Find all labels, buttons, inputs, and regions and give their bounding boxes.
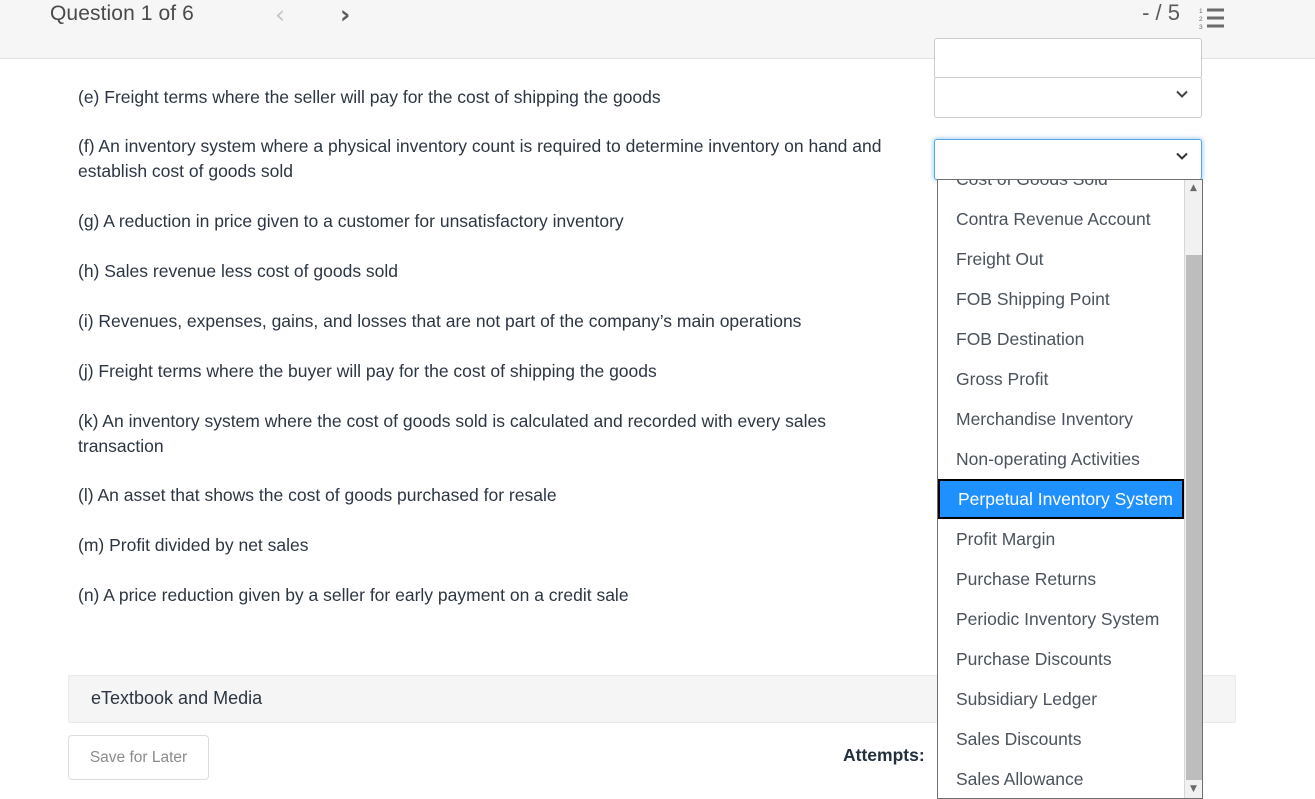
dropdown-option[interactable]: FOB Shipping Point — [938, 279, 1184, 319]
dropdown-option[interactable]: Periodic Inventory System — [938, 599, 1184, 639]
question-item-l: (l) An asset that shows the cost of good… — [78, 485, 557, 505]
save-for-later-button[interactable]: Save for Later — [68, 735, 209, 780]
next-question-button[interactable]: › — [340, 1, 350, 29]
attempts-label: Attempts: — [843, 745, 925, 765]
scroll-up-arrow-icon[interactable]: ▲ — [1185, 180, 1202, 197]
chevron-down-icon — [1175, 87, 1189, 101]
svg-text:1: 1 — [1199, 8, 1203, 15]
answer-dropdown-list[interactable]: Cost of Goods Sold Contra Revenue Account… — [937, 179, 1203, 799]
dropdown-option-container: Cost of Goods Sold Contra Revenue Account… — [938, 180, 1184, 798]
score-display: - / 5 — [1142, 0, 1180, 25]
answer-select-g-focused[interactable] — [934, 139, 1202, 180]
dropdown-option[interactable]: Gross Profit — [938, 359, 1184, 399]
question-item-g: (g) A reduction in price given to a cust… — [78, 211, 624, 231]
dropdown-option[interactable]: Freight Out — [938, 239, 1184, 279]
question-content-area: (e) Freight terms where the seller will … — [0, 38, 1315, 799]
dropdown-option[interactable]: Profit Margin — [938, 519, 1184, 559]
dropdown-option[interactable]: Sales Allowance — [938, 759, 1184, 798]
dropdown-option[interactable]: Purchase Returns — [938, 559, 1184, 599]
question-item-f: (f) An inventory system where a physical… — [78, 136, 882, 181]
dropdown-option[interactable]: FOB Destination — [938, 319, 1184, 359]
page-title: Question 1 of 6 — [50, 2, 194, 25]
previous-question-button[interactable]: ‹ — [275, 1, 285, 29]
dropdown-option[interactable]: Cost of Goods Sold — [938, 180, 1184, 199]
svg-text:2: 2 — [1199, 16, 1203, 23]
dropdown-option[interactable]: Subsidiary Ledger — [938, 679, 1184, 719]
svg-text:3: 3 — [1199, 24, 1203, 30]
etextbook-and-media-label: eTextbook and Media — [91, 688, 263, 708]
question-item-n: (n) A price reduction given by a seller … — [78, 585, 629, 605]
question-item-m: (m) Profit divided by net sales — [78, 535, 309, 555]
dropdown-option[interactable]: Merchandise Inventory — [938, 399, 1184, 439]
question-item-i: (i) Revenues, expenses, gains, and losse… — [78, 311, 802, 331]
dropdown-option[interactable]: Sales Discounts — [938, 719, 1184, 759]
dropdown-scrollbar[interactable]: ▲ ▼ — [1184, 180, 1202, 798]
question-item-j: (j) Freight terms where the buyer will p… — [78, 361, 657, 381]
scroll-down-arrow-icon[interactable]: ▼ — [1185, 781, 1202, 798]
dropdown-option[interactable]: Contra Revenue Account — [938, 199, 1184, 239]
answer-select-f[interactable] — [934, 77, 1202, 118]
question-item-h: (h) Sales revenue less cost of goods sol… — [78, 261, 399, 281]
dropdown-option[interactable]: Non-operating Activities — [938, 439, 1184, 479]
question-item-e: (e) Freight terms where the seller will … — [78, 87, 661, 107]
numbered-list-icon[interactable]: 1 2 3 — [1199, 6, 1229, 31]
dropdown-option[interactable]: Perpetual Inventory System — [938, 479, 1184, 519]
question-item-k: (k) An inventory system where the cost o… — [78, 411, 827, 456]
scrollbar-thumb[interactable] — [1186, 255, 1202, 780]
answer-select-e[interactable] — [934, 38, 1202, 79]
dropdown-option[interactable]: Purchase Discounts — [938, 639, 1184, 679]
chevron-down-icon — [1175, 149, 1189, 163]
